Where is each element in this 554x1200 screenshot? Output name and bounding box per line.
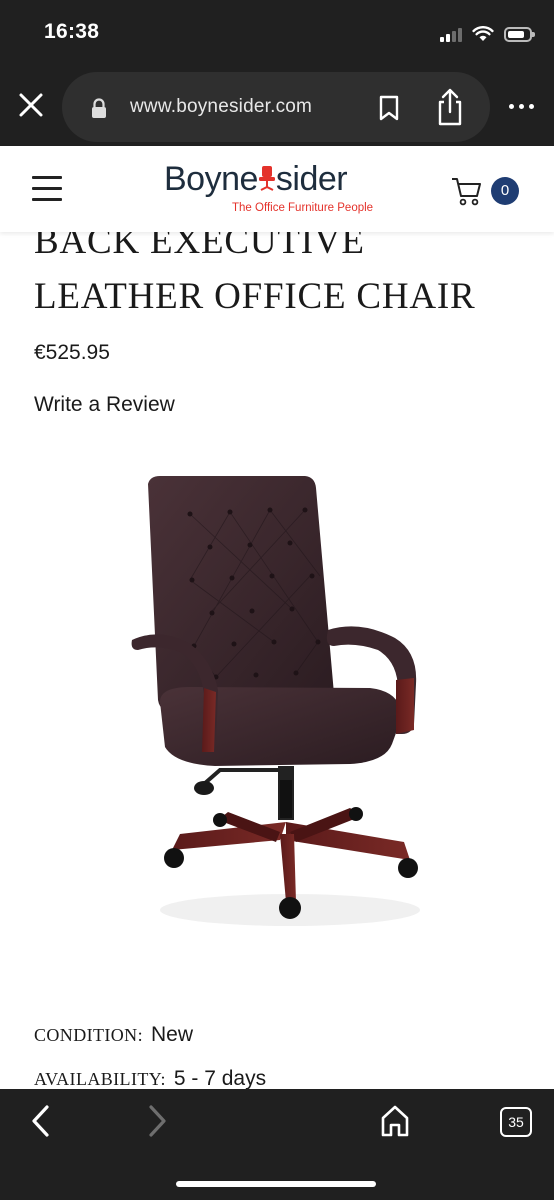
spec-condition: CONDITION: New [34,1023,193,1047]
bookmark-icon[interactable] [376,94,402,122]
menu-icon[interactable] [32,176,62,202]
status-time: 16:38 [44,20,100,43]
spec-label-condition: CONDITION: [34,1025,143,1045]
product-image[interactable] [120,462,440,952]
address-bar[interactable]: www.boynesider.com [62,72,490,142]
close-icon[interactable] [14,88,48,122]
write-review-link[interactable]: Write a Review [34,393,175,417]
logo-tagline: The Office Furniture People [232,202,374,214]
more-icon[interactable] [504,96,538,116]
site-logo[interactable]: Boyne sider The Office Furniture People [164,160,394,220]
browser-top-bar: 16:38 www.boynesider.com [0,0,554,146]
spec-value-availability: 5 - 7 days [173,1067,267,1090]
home-indicator [176,1181,376,1187]
tabs-icon[interactable]: 35 [500,1107,532,1137]
wifi-icon [472,26,494,41]
product-price: €525.95 [34,341,110,364]
spec-label-availability: AVAILABILITY: [34,1069,166,1089]
cart-count-badge[interactable]: 0 [491,177,519,205]
spec-availability: AVAILABILITY: 5 - 7 days [34,1067,266,1091]
logo-wordmark: Boyne sider [164,160,348,199]
back-arrow-icon[interactable] [26,1103,56,1139]
lock-icon [92,98,106,118]
chair-logo-icon [258,166,275,191]
url-text[interactable]: www.boynesider.com [130,96,312,118]
logo-text-right: sider [275,160,348,198]
home-icon[interactable] [378,1103,412,1139]
forward-arrow-icon[interactable] [142,1103,172,1139]
cellular-signal-icon [440,26,462,42]
logo-text-left: Boyne [164,160,258,198]
product-title-line2: LEATHER OFFICE CHAIR [34,276,476,317]
spec-value-condition: New [151,1023,194,1046]
share-icon[interactable] [434,87,466,127]
battery-icon [504,26,535,42]
cart-icon[interactable] [450,176,484,206]
site-header: Boyne sider The Office Furniture People … [0,146,554,232]
status-icons [440,22,535,46]
